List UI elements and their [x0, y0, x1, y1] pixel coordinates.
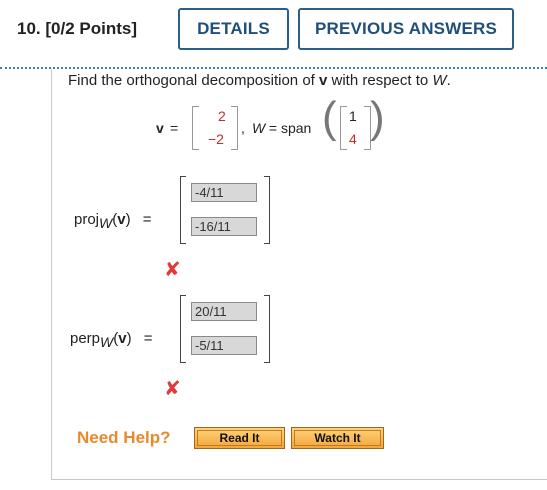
proj-equals: =: [142, 211, 152, 228]
need-help-label: Need Help?: [77, 428, 171, 447]
perp-answer-1[interactable]: 20/11: [191, 302, 257, 321]
proj-answer-2[interactable]: -16/11: [191, 217, 257, 236]
perp-label: perpW(v) =: [70, 330, 153, 350]
question-header: 10. [0/2 Points] DETAILS PREVIOUS ANSWER…: [0, 0, 547, 66]
perp-bracket-right: [264, 295, 270, 363]
w-entry-2: 4: [349, 131, 357, 147]
proj-bracket-left: [180, 176, 186, 244]
details-button[interactable]: DETAILS: [178, 8, 289, 50]
question-points: [0/2 Points]: [45, 19, 137, 38]
question-text-part: Find the orthogonal decomposition of: [68, 72, 319, 89]
eq-comma: ,: [241, 120, 249, 136]
eq-span: = span: [265, 120, 312, 136]
proj-label-arg: v: [117, 211, 126, 228]
perp-label-arg: v: [118, 330, 127, 347]
question-text-part: .: [446, 72, 451, 89]
perp-equals: =: [143, 330, 153, 347]
perp-label-sub: W: [100, 334, 114, 350]
watch-it-button[interactable]: Watch It: [291, 427, 384, 449]
proj-label-main: proj: [74, 211, 100, 228]
perp-bracket-left: [180, 295, 186, 363]
x-mark-incorrect-icon: ✘: [164, 259, 181, 281]
question-title: 10. [0/2 Points]: [17, 19, 137, 39]
perp-label-main: perp: [70, 330, 101, 347]
eq-equals: =: [170, 120, 179, 136]
w-bracket-left: [340, 106, 347, 150]
proj-label-paren: ): [125, 211, 131, 228]
eq-v-label: v: [156, 120, 164, 136]
span-paren-right: ): [370, 93, 385, 142]
span-paren-left: (: [322, 93, 337, 142]
watch-it-label: Watch It: [314, 431, 361, 445]
question-text: Find the orthogonal decomposition of v w…: [68, 72, 451, 89]
proj-answer-1[interactable]: -4/11: [191, 183, 257, 202]
v-bracket-right: [231, 106, 238, 150]
question-number: 10.: [17, 19, 41, 38]
v-entry-1: 2: [218, 108, 226, 124]
previous-answers-button[interactable]: PREVIOUS ANSWERS: [298, 8, 514, 50]
perp-answer-2[interactable]: -5/11: [191, 336, 257, 355]
perp-label-paren: ): [126, 330, 132, 347]
x-mark-incorrect-icon: ✘: [164, 378, 181, 400]
w-entry-1: 1: [349, 108, 357, 124]
v-entry-2: −2: [208, 131, 224, 147]
eq-w: W: [252, 120, 266, 136]
subspace-w: W: [432, 72, 447, 89]
v-bracket-left: [192, 106, 199, 150]
question-text-part: with respect to: [327, 72, 433, 89]
proj-label-sub: W: [99, 215, 113, 231]
proj-label: projW(v) =: [74, 211, 152, 231]
proj-bracket-right: [264, 176, 270, 244]
read-it-button[interactable]: Read It: [194, 427, 285, 449]
read-it-label: Read It: [219, 431, 260, 445]
